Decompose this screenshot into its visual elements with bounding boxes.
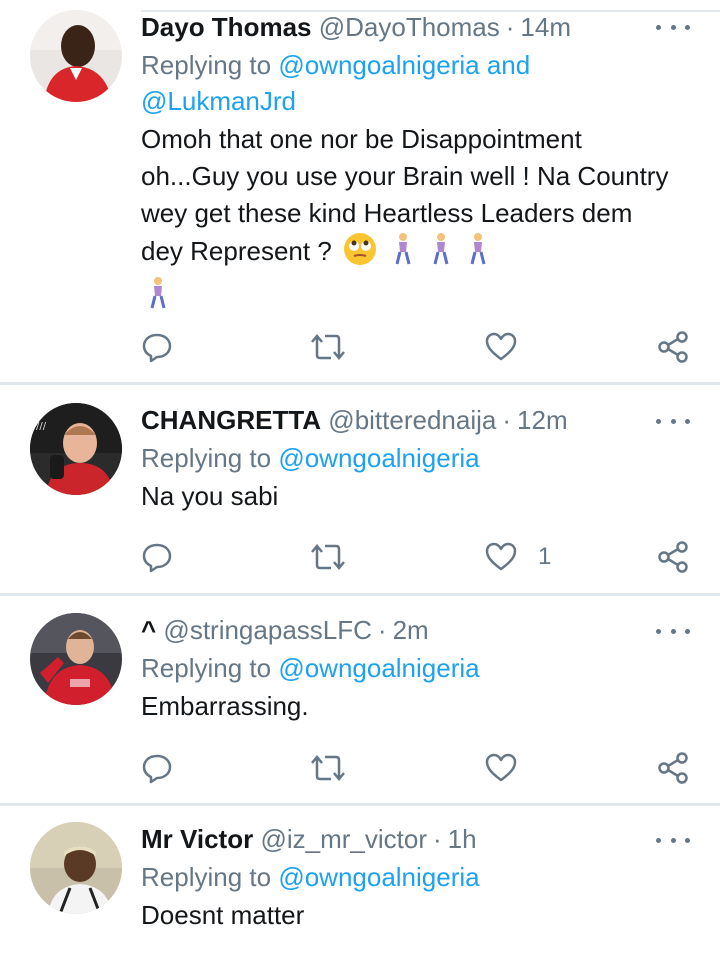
heart-icon (485, 332, 517, 361)
replying-prefix: Replying to (141, 653, 272, 683)
avatar[interactable] (30, 10, 122, 102)
avatar[interactable] (30, 822, 122, 914)
user-handle[interactable]: @bitterednaija (328, 405, 496, 435)
person-walking-emoji (147, 276, 169, 320)
tweet-text: Omoh that one nor be Disappointment oh..… (141, 121, 671, 320)
separator-dot: · (377, 615, 387, 645)
person-walking-emoji (392, 232, 414, 276)
replying-to: Replying to @owngoalnigeria (141, 440, 681, 476)
like-button[interactable]: 1 (484, 540, 551, 574)
tweet-actions (141, 751, 691, 785)
share-button[interactable] (656, 330, 690, 364)
replying-prefix: Replying to (141, 50, 272, 80)
tweet-body: Doesnt matter (141, 900, 305, 930)
replying-to-link[interactable]: @owngoalnigeria (278, 653, 479, 683)
reply-icon (142, 543, 172, 573)
share-button[interactable] (656, 751, 690, 785)
reply-icon (142, 754, 172, 784)
reply-icon (142, 333, 172, 363)
replying-prefix: Replying to (141, 862, 272, 892)
separator-dot: · (432, 824, 442, 854)
retweet-icon (311, 755, 345, 781)
tweet-actions: 1 (141, 540, 691, 574)
heart-icon (485, 753, 517, 782)
retweet-icon (311, 544, 345, 570)
timestamp[interactable]: 1h (448, 824, 477, 854)
reply-button[interactable] (141, 751, 173, 785)
person-walking-emoji (430, 232, 452, 276)
separator-dot: · (502, 405, 512, 435)
avatar[interactable] (30, 613, 122, 705)
share-button[interactable] (656, 540, 690, 574)
timestamp[interactable]: 12m (517, 405, 568, 435)
svg-text:///: /// (36, 421, 47, 432)
share-icon (658, 331, 688, 363)
tweet-actions (141, 330, 691, 364)
retweet-icon (311, 334, 345, 360)
more-options-button[interactable] (656, 830, 690, 850)
share-icon (658, 541, 688, 573)
tweet-body: Na you sabi (141, 481, 279, 511)
replying-prefix: Replying to (141, 443, 272, 473)
more-options-button[interactable] (656, 621, 690, 641)
timestamp[interactable]: 2m (393, 615, 429, 645)
replying-to: Replying to @owngoalnigeria (141, 859, 681, 895)
replying-to: Replying to @owngoalnigeria and @LukmanJ… (141, 47, 681, 119)
retweet-button[interactable] (309, 330, 347, 364)
replying-to-link[interactable]: @owngoalnigeria (278, 862, 479, 892)
heart-icon (485, 542, 517, 571)
tweet-changretta[interactable]: /// CHANGRETTA @bitterednaija · 12m Replyi… (0, 385, 720, 593)
display-name[interactable]: CHANGRETTA (141, 405, 321, 435)
share-icon (658, 752, 688, 784)
more-options-button[interactable] (656, 411, 690, 431)
tweet-stringapasslfc[interactable]: ^ @stringapassLFC · 2m Replying to @owngoa… (0, 596, 720, 803)
avatar[interactable]: /// (30, 403, 122, 495)
face-with-rolling-eyes-emoji (343, 232, 377, 276)
retweet-button[interactable] (309, 751, 347, 785)
user-handle[interactable]: @stringapassLFC (163, 615, 371, 645)
like-button[interactable] (484, 330, 538, 364)
replying-to: Replying to @owngoalnigeria (141, 650, 681, 686)
like-count: 1 (538, 543, 552, 570)
user-handle[interactable]: @iz_mr_victor (260, 824, 427, 854)
retweet-button[interactable] (309, 540, 347, 574)
tweet-mr-victor[interactable]: Mr Victor @iz_mr_victor · 1h Replying to @… (0, 806, 720, 962)
user-handle[interactable]: @DayoThomas (319, 12, 500, 42)
reply-button[interactable] (141, 330, 173, 364)
like-button[interactable] (484, 751, 538, 785)
tweet-dayo-thomas[interactable]: Dayo Thomas @DayoThomas · 14m Replying to … (0, 0, 720, 383)
reply-button[interactable] (141, 540, 173, 574)
more-options-button[interactable] (656, 17, 690, 37)
person-walking-emoji (467, 232, 489, 276)
separator-dot: · (505, 12, 515, 42)
display-name[interactable]: Mr Victor (141, 824, 253, 854)
replying-to-link[interactable]: @owngoalnigeria (278, 443, 479, 473)
tweet-body: Embarrassing. (141, 691, 309, 721)
display-name[interactable]: Dayo Thomas (141, 12, 312, 42)
display-name[interactable]: ^ (141, 615, 156, 645)
timestamp[interactable]: 14m (520, 12, 571, 42)
